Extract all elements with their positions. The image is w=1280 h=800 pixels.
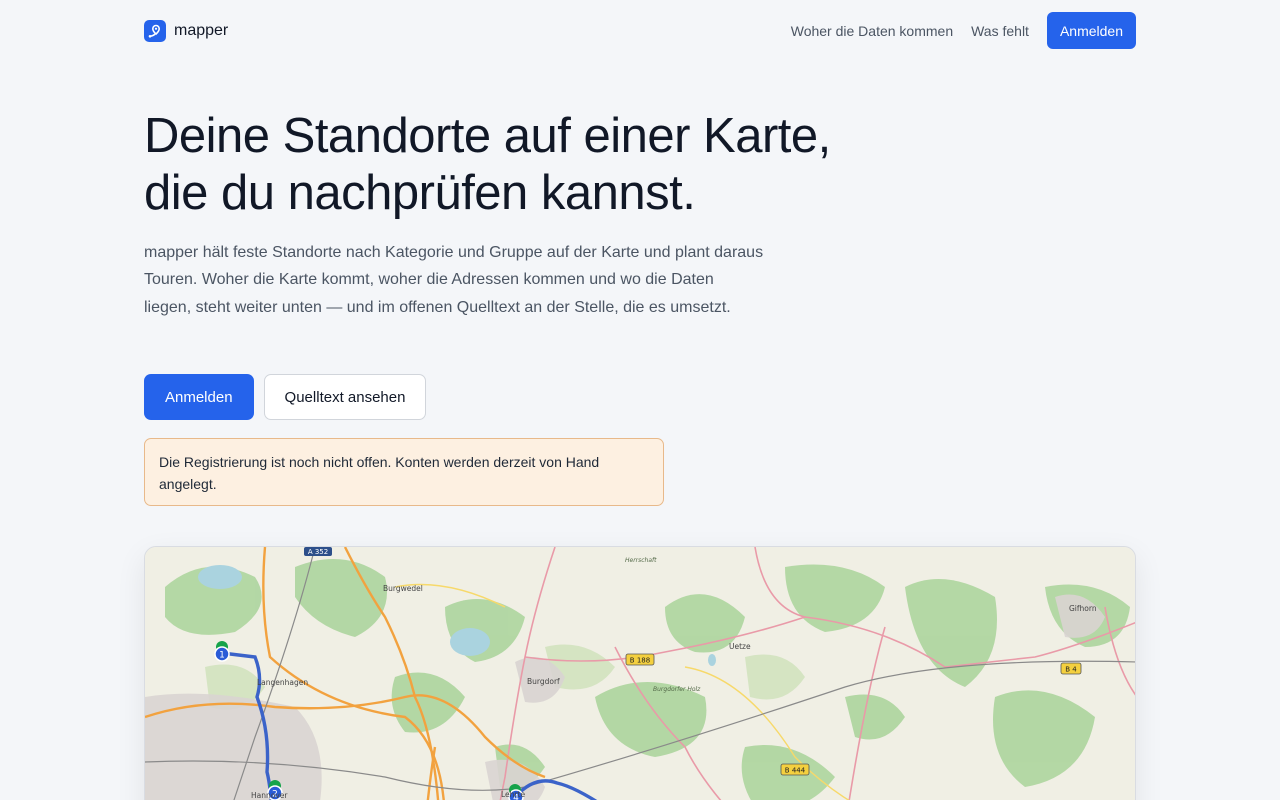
cta-row: Anmelden Quelltext ansehen [144, 374, 427, 420]
road-label: B 4 [1065, 666, 1077, 674]
login-button[interactable]: Anmelden [144, 374, 254, 420]
nav-links: Woher die Daten kommen Was fehlt Anmelde… [791, 12, 1136, 49]
hero-description: mapper hält feste Standorte nach Kategor… [144, 244, 764, 316]
brand[interactable]: mapper [144, 19, 229, 42]
place-label-burgdorfer-holz: Burgdorfer Holz [653, 686, 701, 693]
view-source-button[interactable]: Quelltext ansehen [263, 374, 427, 420]
hero-title-line-2: die du nachprüfen kannst. [144, 166, 696, 220]
top-nav: mapper Woher die Daten kommen Was fehlt … [144, 12, 1136, 49]
map-canvas: 1 2 4 A 352 B 188 B 4 B 444 Burgwedel La… [145, 547, 1135, 800]
nav-link-data-sources[interactable]: Woher die Daten kommen [791, 23, 953, 39]
road-shield-b188: B 188 [625, 653, 655, 666]
road-label: B 444 [785, 767, 806, 775]
route-marker-1[interactable]: 1 [214, 641, 230, 662]
road-shield-a352: A 352 [304, 547, 332, 556]
marker-label: 1 [219, 651, 225, 661]
road-label: A 352 [308, 548, 328, 556]
road-shield-b444: B 444 [780, 763, 810, 776]
map-preview[interactable]: 1 2 4 A 352 B 188 B 4 B 444 Burgwedel La… [144, 546, 1136, 800]
hero-title-line-1: Deine Standorte auf einer Karte, [144, 109, 831, 163]
place-label-lehrte: Lehrte [501, 790, 525, 799]
place-label-burgwedel: Burgwedel [383, 584, 423, 593]
place-label-herrschaft: Herrschaft [625, 557, 657, 564]
road-label: B 188 [630, 657, 650, 665]
place-label-uetze: Uetze [729, 642, 751, 651]
hero-title: Deine Standorte auf einer Karte, die du … [144, 108, 904, 222]
header-login-button[interactable]: Anmelden [1046, 12, 1136, 49]
map-pin-logo-icon [144, 19, 166, 42]
place-label-burgdorf: Burgdorf [527, 677, 560, 686]
registration-notice: Die Registrierung ist noch nicht offen. … [144, 438, 664, 506]
place-label-langenhagen: Langenhagen [257, 678, 308, 687]
place-label-hannover: Hannover [251, 791, 288, 800]
place-label-gifhorn: Gifhorn [1069, 604, 1097, 613]
page: mapper Woher die Daten kommen Was fehlt … [0, 0, 1280, 800]
road-shield-b4: B 4 [1060, 662, 1082, 675]
brand-name: mapper [174, 21, 229, 39]
nav-link-missing[interactable]: Was fehlt [971, 23, 1029, 39]
